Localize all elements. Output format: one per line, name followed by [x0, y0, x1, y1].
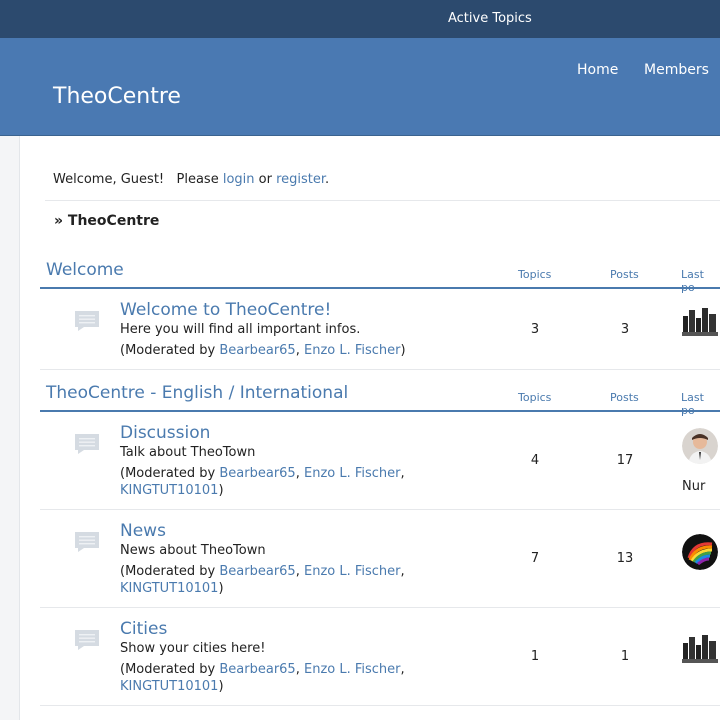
topic-count: 1 — [530, 649, 540, 664]
welcome-text: Welcome, Guest! Please — [53, 172, 223, 187]
forum-link-discussion[interactable]: Discussion — [120, 423, 210, 443]
post-count: 1 — [620, 649, 630, 664]
moderator-link[interactable]: Enzo L. Fischer — [304, 662, 401, 677]
column-header-last-post: Last po — [681, 391, 704, 417]
moderated-by-label: (Moderated by — [120, 662, 220, 677]
column-header-topics: Topics — [518, 391, 552, 404]
forum-speech-bubble-icon — [75, 434, 99, 454]
register-link[interactable]: register — [276, 172, 325, 187]
moderator-link[interactable]: Bearbear65 — [219, 466, 295, 481]
site-header: TheoCentre Home Members — [0, 38, 720, 136]
left-gutter — [0, 136, 20, 720]
column-header-posts: Posts — [610, 391, 639, 404]
top-bar: Active Topics — [0, 0, 720, 38]
divider — [45, 200, 720, 201]
forum-moderators: (Moderated by Bearbear65, Enzo L. Fische… — [120, 662, 405, 694]
moderator-link[interactable]: Enzo L. Fischer — [304, 343, 401, 358]
post-count: 17 — [616, 453, 634, 468]
row-separator — [40, 607, 720, 608]
column-header-last-post: Last po — [681, 268, 704, 294]
moderator-link[interactable]: Bearbear65 — [219, 343, 295, 358]
moderator-link[interactable]: Bearbear65 — [219, 662, 295, 677]
nav-home-link[interactable]: Home — [577, 62, 618, 78]
period-text: . — [325, 172, 330, 187]
column-header-posts: Posts — [610, 268, 639, 281]
moderated-by-label: (Moderated by — [120, 564, 220, 579]
forum-link-news[interactable]: News — [120, 521, 166, 541]
forum-moderators: (Moderated by Bearbear65, Enzo L. Fische… — [120, 343, 406, 358]
category-title-welcome[interactable]: Welcome — [46, 260, 124, 280]
last-post-avatar-person[interactable] — [682, 428, 718, 464]
forum-description: Talk about TheoTown — [120, 445, 256, 460]
topic-count: 4 — [530, 453, 540, 468]
forum-link-cities[interactable]: Cities — [120, 619, 167, 639]
active-topics-link[interactable]: Active Topics — [448, 11, 532, 26]
forum-speech-bubble-icon — [75, 311, 99, 331]
last-post-avatar-skyline[interactable] — [682, 633, 718, 663]
topic-count: 3 — [530, 322, 540, 337]
login-link[interactable]: login — [223, 172, 255, 187]
row-separator — [40, 369, 720, 370]
site-title[interactable]: TheoCentre — [53, 84, 181, 109]
main-content: Welcome, Guest! Please login or register… — [20, 136, 720, 720]
forum-description: News about TheoTown — [120, 543, 266, 558]
breadcrumb: » TheoCentre — [54, 213, 160, 229]
forum-speech-bubble-icon — [75, 532, 99, 552]
row-separator — [40, 705, 720, 706]
nav-members-link[interactable]: Members — [644, 62, 709, 78]
last-post-avatar-skyline[interactable] — [682, 306, 718, 336]
forum-moderators: (Moderated by Bearbear65, Enzo L. Fische… — [120, 564, 405, 596]
moderator-link[interactable]: Bearbear65 — [219, 564, 295, 579]
forum-description: Show your cities here! — [120, 641, 266, 656]
row-separator — [40, 509, 720, 510]
forum-moderators: (Moderated by Bearbear65, Enzo L. Fische… — [120, 466, 405, 498]
moderators-close-paren: ) — [218, 581, 224, 596]
forum-link-welcome[interactable]: Welcome to TheoCentre! — [120, 300, 331, 320]
moderators-close-paren: ) — [218, 679, 224, 694]
moderator-link[interactable]: KINGTUT10101 — [120, 483, 218, 498]
moderator-link[interactable]: KINGTUT10101 — [120, 581, 218, 596]
column-header-topics: Topics — [518, 268, 552, 281]
moderated-by-label: (Moderated by — [120, 343, 220, 358]
forum-speech-bubble-icon — [75, 630, 99, 650]
topic-count: 7 — [530, 551, 540, 566]
forum-description: Here you will find all important infos. — [120, 322, 361, 337]
moderator-link[interactable]: Enzo L. Fischer — [304, 466, 401, 481]
moderators-close-paren: ) — [218, 483, 224, 498]
moderated-by-label: (Moderated by — [120, 466, 220, 481]
last-post-author[interactable]: Nur — [682, 479, 705, 494]
moderator-link[interactable]: KINGTUT10101 — [120, 679, 218, 694]
category-underline — [40, 287, 720, 289]
or-text: or — [254, 172, 277, 187]
last-post-avatar-rainbow[interactable] — [682, 534, 718, 570]
post-count: 13 — [616, 551, 634, 566]
category-underline — [40, 410, 720, 412]
welcome-message: Welcome, Guest! Please login or register… — [53, 172, 329, 187]
post-count: 3 — [620, 322, 630, 337]
category-title-english-international[interactable]: TheoCentre - English / International — [46, 383, 348, 403]
moderators-close-paren: ) — [400, 343, 406, 358]
moderator-link[interactable]: Enzo L. Fischer — [304, 564, 401, 579]
